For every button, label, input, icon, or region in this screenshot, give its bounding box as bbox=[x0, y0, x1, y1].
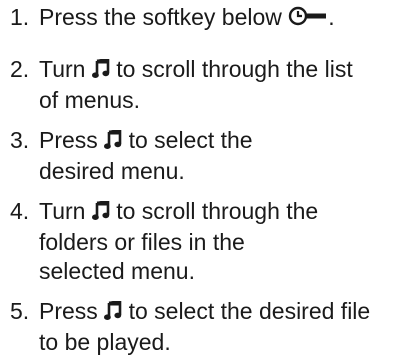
step-line: Turn to scroll through the bbox=[39, 197, 414, 228]
step-number: 1. bbox=[10, 4, 30, 30]
step-text: Press bbox=[39, 127, 105, 153]
step-number: 3. bbox=[10, 127, 30, 153]
step-text: Turn bbox=[39, 56, 92, 82]
step-line: desired menu. bbox=[39, 158, 185, 184]
music-note-knob-icon bbox=[91, 199, 110, 228]
step-line: selected menu. bbox=[39, 258, 195, 284]
step-line: Press to select the bbox=[39, 126, 414, 157]
step-text: to scroll through the list bbox=[109, 56, 353, 82]
step-line: Turn to scroll through the list bbox=[39, 55, 414, 86]
step-text: Press bbox=[39, 298, 105, 324]
step-line: folders or files in the bbox=[39, 229, 245, 255]
step-line: Press the softkey below . bbox=[39, 3, 414, 34]
step-body: Turn to scroll through the folders or fi… bbox=[39, 197, 414, 286]
step-line: to be played. bbox=[39, 329, 171, 355]
step-text: Turn bbox=[39, 198, 92, 224]
step-body: Turn to scroll through the list of menus… bbox=[39, 55, 414, 115]
step-number: 4. bbox=[10, 198, 30, 224]
step-number: 2. bbox=[10, 56, 30, 82]
music-note-knob-icon bbox=[104, 128, 122, 157]
step-text: . bbox=[328, 4, 335, 30]
step-body: Press the softkey below . bbox=[39, 3, 414, 34]
step-body: Press to select the desired menu. bbox=[39, 126, 414, 186]
clock-softkey-icon bbox=[288, 5, 328, 34]
step-number: 5. bbox=[10, 298, 30, 324]
step-text: Press the softkey below bbox=[39, 4, 289, 30]
music-note-knob-icon bbox=[91, 57, 110, 86]
step-body: Press to select the desired file to be p… bbox=[39, 297, 414, 357]
step-line: Press to select the desired file bbox=[39, 297, 414, 328]
step-text: to select the desired file bbox=[122, 298, 371, 324]
step-text: to scroll through the bbox=[109, 198, 319, 224]
step-line: of menus. bbox=[39, 87, 140, 113]
step-text: to select the bbox=[122, 127, 253, 153]
music-note-knob-icon bbox=[104, 299, 122, 328]
